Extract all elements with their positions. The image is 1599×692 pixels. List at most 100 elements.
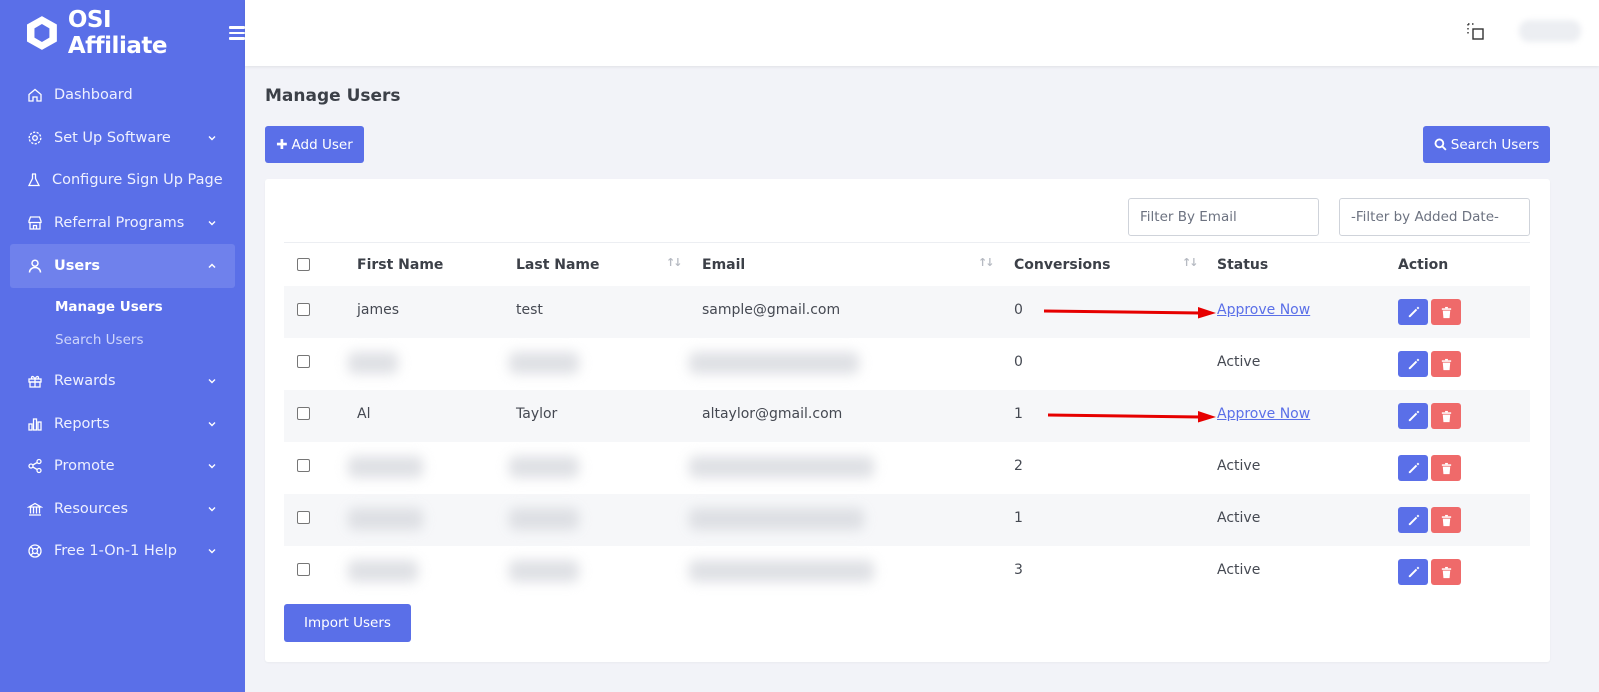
sort-icon[interactable]: ↑↓	[666, 256, 683, 269]
row-checkbox[interactable]	[297, 511, 310, 524]
gift-icon	[26, 372, 44, 390]
sidebar-item-label: Free 1-On-1 Help	[54, 543, 177, 560]
approve-now-link[interactable]: Approve Now	[1217, 302, 1310, 318]
plus-icon: ✚	[276, 136, 288, 153]
subnav-item-search-users[interactable]: Search Users	[0, 323, 245, 356]
lifebuoy-icon	[26, 542, 44, 560]
sidebar-item-promote[interactable]: Promote	[0, 445, 245, 488]
delete-button[interactable]	[1431, 455, 1461, 481]
annotation-arrow	[1044, 307, 1216, 319]
delete-button[interactable]	[1431, 351, 1461, 377]
header-first-name[interactable]: First Name	[357, 257, 443, 273]
table-row: james test sample@gmail.com 0 Approve No…	[284, 286, 1530, 338]
cell-conversions: 0	[1014, 354, 1023, 370]
sidebar-item-label: Rewards	[54, 373, 116, 390]
add-user-button[interactable]: ✚ Add User	[265, 126, 364, 163]
user-avatar[interactable]	[1519, 20, 1581, 42]
cell-first-name: james	[357, 302, 400, 318]
sidebar-item-label: Set Up Software	[54, 129, 171, 146]
bank-icon	[26, 500, 44, 518]
header-email[interactable]: Email	[702, 257, 745, 273]
cell-first-name: Al	[357, 406, 371, 422]
sidebar-item-resources[interactable]: Resources	[0, 488, 245, 531]
sidebar-item-configure-sign-up-page[interactable]: Configure Sign Up Page	[0, 159, 245, 202]
subnav-item-manage-users[interactable]: Manage Users	[0, 290, 245, 323]
sort-icon[interactable]: ↑↓	[1182, 256, 1199, 269]
trash-icon	[1441, 566, 1451, 578]
trash-icon	[1441, 462, 1451, 474]
sidebar-item-label: Users	[54, 258, 101, 274]
approve-now-link[interactable]: Approve Now	[1217, 406, 1310, 422]
cell-conversions: 2	[1014, 458, 1023, 474]
pencil-icon	[1408, 306, 1419, 317]
fullscreen-icon[interactable]	[1467, 23, 1485, 41]
redacted-first-name	[348, 508, 423, 530]
delete-button[interactable]	[1431, 507, 1461, 533]
row-checkbox[interactable]	[297, 459, 310, 472]
brand: OSI Affiliate	[0, 0, 245, 66]
trash-icon	[1441, 410, 1451, 422]
chevron-down-icon	[208, 464, 216, 469]
share-icon	[26, 457, 44, 475]
edit-button[interactable]	[1398, 299, 1428, 325]
gear-icon	[26, 129, 44, 147]
header-last-name[interactable]: Last Name	[516, 257, 600, 273]
table-row: 1 Active	[284, 494, 1530, 546]
edit-button[interactable]	[1398, 351, 1428, 377]
edit-button[interactable]	[1398, 403, 1428, 429]
sidebar-item-rewards[interactable]: Rewards	[0, 360, 245, 403]
trash-icon	[1441, 306, 1451, 318]
sidebar: OSI Affiliate Dashboard Set Up Software …	[0, 0, 245, 692]
delete-button[interactable]	[1431, 299, 1461, 325]
table-row: Al Taylor altaylor@gmail.com 1 Approve N…	[284, 390, 1530, 442]
sidebar-item-label: Promote	[54, 458, 115, 475]
sort-icon[interactable]: ↑↓	[978, 256, 995, 269]
hamburger-menu-icon[interactable]	[229, 26, 245, 40]
cell-last-name: Taylor	[516, 406, 558, 422]
sidebar-item-set-up-software[interactable]: Set Up Software	[0, 117, 245, 160]
header-conversions[interactable]: Conversions	[1014, 257, 1110, 273]
top-bar	[245, 0, 1599, 66]
delete-button[interactable]	[1431, 403, 1461, 429]
sidebar-item-reports[interactable]: Reports	[0, 403, 245, 446]
flask-icon	[26, 171, 42, 189]
store-icon	[26, 214, 44, 232]
row-checkbox[interactable]	[297, 355, 310, 368]
cell-conversions: 0	[1014, 302, 1023, 318]
table-row: 3 Active	[284, 546, 1530, 598]
cell-email: altaylor@gmail.com	[702, 406, 843, 422]
pencil-icon	[1408, 410, 1419, 421]
search-users-button[interactable]: Search Users	[1423, 126, 1550, 163]
sidebar-item-free-help[interactable]: Free 1-On-1 Help	[0, 530, 245, 573]
filter-date-input[interactable]: -Filter by Added Date-	[1339, 198, 1530, 236]
table-row: 2 Active	[284, 442, 1530, 494]
cell-last-name: test	[516, 302, 543, 318]
redacted-last-name	[509, 508, 579, 530]
filter-email-input[interactable]: Filter By Email	[1128, 198, 1319, 236]
sidebar-item-users[interactable]: Users	[10, 244, 235, 288]
chevron-down-icon	[208, 549, 216, 554]
sidebar-item-label: Referral Programs	[54, 214, 185, 231]
row-checkbox[interactable]	[297, 407, 310, 420]
sidebar-item-label: Dashboard	[54, 87, 133, 104]
row-checkbox[interactable]	[297, 303, 310, 316]
edit-button[interactable]	[1398, 455, 1428, 481]
add-user-label: Add User	[291, 136, 353, 153]
import-users-button[interactable]: Import Users	[284, 604, 411, 642]
sidebar-item-dashboard[interactable]: Dashboard	[0, 74, 245, 117]
row-checkbox[interactable]	[297, 563, 310, 576]
cell-status: Active	[1217, 354, 1261, 370]
cell-conversions: 3	[1014, 562, 1023, 578]
redacted-last-name	[509, 560, 579, 582]
select-all-checkbox[interactable]	[297, 258, 310, 271]
edit-button[interactable]	[1398, 559, 1428, 585]
redacted-email	[689, 456, 874, 478]
cell-email: sample@gmail.com	[702, 302, 841, 318]
search-icon	[1434, 138, 1447, 151]
trash-icon	[1441, 514, 1451, 526]
edit-button[interactable]	[1398, 507, 1428, 533]
sidebar-item-referral-programs[interactable]: Referral Programs	[0, 202, 245, 245]
chevron-down-icon	[208, 135, 216, 141]
delete-button[interactable]	[1431, 559, 1461, 585]
cell-status: Active	[1217, 458, 1261, 474]
